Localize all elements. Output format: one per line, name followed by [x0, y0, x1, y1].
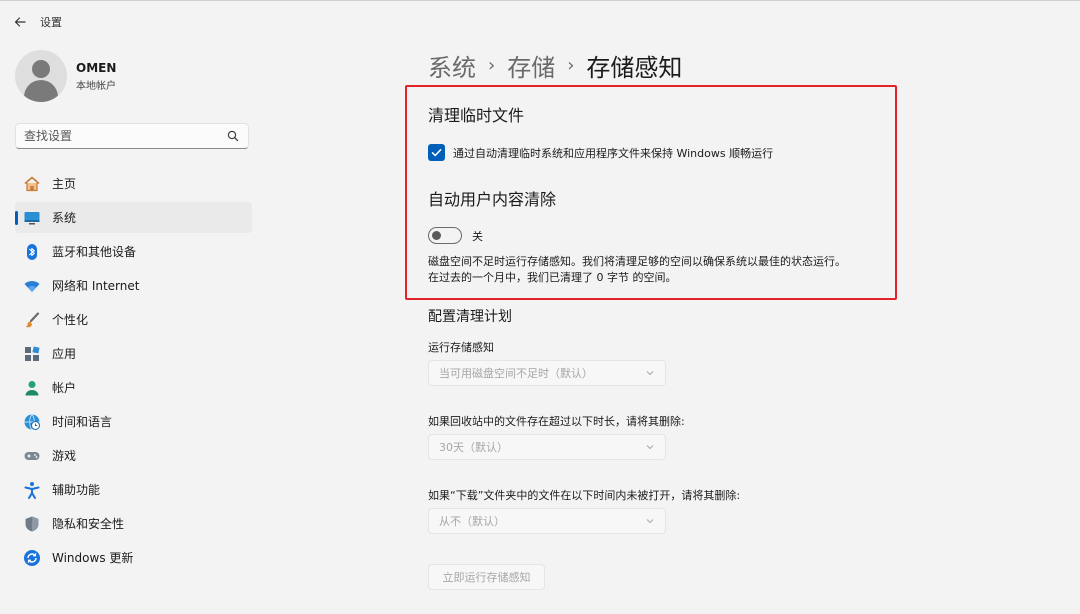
sidebar-item-system[interactable]: 系统	[15, 202, 252, 233]
page-title: 存储感知	[586, 54, 683, 82]
top-border	[0, 0, 1080, 1]
chevron-down-icon	[646, 445, 654, 450]
breadcrumb-separator: ›	[567, 55, 575, 76]
auto-cleanup-title: 自动用户内容清除	[428, 190, 557, 209]
account-icon	[23, 379, 41, 397]
sidebar-item-privacy[interactable]: 隐私和安全性	[15, 508, 252, 539]
breadcrumb-system[interactable]: 系统	[428, 48, 476, 83]
auto-cleanup-toggle-row: 关	[428, 227, 483, 244]
home-icon	[23, 175, 41, 193]
sidebar-item-gaming[interactable]: 游戏	[15, 440, 252, 471]
brush-icon	[23, 311, 41, 329]
wifi-icon	[23, 277, 41, 295]
sidebar-item-label: Windows 更新	[52, 551, 134, 565]
back-arrow-icon	[14, 17, 26, 27]
recycle-bin-label: 如果回收站中的文件存在超过以下时长，请将其删除:	[428, 415, 685, 428]
downloads-label: 如果“下载”文件夹中的文件在以下时间内未被打开，请将其删除:	[428, 489, 741, 502]
sidebar-item-personalization[interactable]: 个性化	[15, 304, 252, 335]
chevron-down-icon	[646, 519, 654, 524]
title-bar: 设置	[0, 8, 62, 36]
cleanup-temp-checkbox-row: 通过自动清理临时系统和应用程序文件来保持 Windows 顺畅运行	[428, 144, 773, 161]
update-icon	[23, 549, 41, 567]
cleanup-temp-checkbox[interactable]	[428, 144, 445, 161]
breadcrumb-storage[interactable]: 存储	[507, 48, 555, 83]
cleanup-temp-checkbox-label: 通过自动清理临时系统和应用程序文件来保持 Windows 顺畅运行	[453, 146, 774, 160]
sidebar-item-label: 隐私和安全性	[52, 517, 125, 531]
apps-icon	[23, 345, 41, 363]
sidebar-item-label: 辅助功能	[52, 483, 101, 497]
system-icon	[23, 209, 41, 227]
run-storage-sense-now-button[interactable]: 立即运行存储感知	[428, 564, 545, 590]
search-input[interactable]	[16, 124, 232, 148]
schedule-title: 配置清理计划	[428, 309, 512, 325]
app-title: 设置	[40, 16, 62, 29]
accessibility-icon	[23, 481, 41, 499]
sidebar-item-home[interactable]: 主页	[15, 168, 252, 199]
search-icon[interactable]	[226, 129, 240, 143]
auto-cleanup-toggle-label: 关	[472, 229, 483, 243]
sidebar-item-time-language[interactable]: 时间和语言	[15, 406, 252, 437]
breadcrumb-separator: ›	[488, 55, 496, 76]
back-button[interactable]	[0, 8, 40, 36]
sidebar-item-apps[interactable]: 应用	[15, 338, 252, 369]
avatar	[15, 50, 67, 102]
globe-clock-icon	[23, 413, 41, 431]
auto-cleanup-toggle[interactable]	[428, 227, 462, 244]
sidebar-item-network[interactable]: 网络和 Internet	[15, 270, 252, 301]
checkmark-icon	[431, 149, 442, 157]
recycle-bin-value: 30天（默认）	[439, 441, 508, 454]
sidebar-item-label: 应用	[52, 347, 77, 361]
run-storage-sense-value: 当可用磁盘空间不足时（默认）	[439, 367, 593, 380]
profile-account-type: 本地帐户	[76, 80, 116, 92]
sidebar-item-label: 游戏	[52, 449, 77, 463]
sidebar-item-label: 网络和 Internet	[52, 279, 140, 293]
downloads-value: 从不（默认）	[439, 515, 505, 528]
profile-name: OMEN	[76, 60, 117, 75]
sidebar-item-label: 主页	[52, 177, 77, 191]
sidebar-item-label: 时间和语言	[52, 415, 113, 429]
sidebar-item-accessibility[interactable]: 辅助功能	[15, 474, 252, 505]
recycle-bin-dropdown[interactable]: 30天（默认）	[428, 434, 666, 460]
sidebar-item-label: 帐户	[52, 381, 77, 395]
run-storage-sense-label: 运行存储感知	[428, 341, 494, 354]
cleanup-temp-title: 清理临时文件	[428, 106, 525, 125]
sidebar-item-accounts[interactable]: 帐户	[15, 372, 252, 403]
sidebar-item-label: 系统	[52, 211, 77, 225]
sidebar-item-label: 蓝牙和其他设备	[52, 245, 137, 259]
user-profile[interactable]: OMEN 本地帐户	[15, 50, 116, 102]
sidebar-item-bluetooth[interactable]: 蓝牙和其他设备	[15, 236, 252, 267]
downloads-dropdown[interactable]: 从不（默认）	[428, 508, 666, 534]
sidebar-item-windows-update[interactable]: Windows 更新	[15, 542, 252, 573]
breadcrumb: 系统 › 存储 › 存储感知	[428, 48, 682, 83]
shield-icon	[23, 515, 41, 533]
gamepad-icon	[23, 447, 41, 465]
run-storage-sense-dropdown[interactable]: 当可用磁盘空间不足时（默认）	[428, 360, 666, 386]
search-box	[15, 123, 249, 149]
chevron-down-icon	[646, 371, 654, 376]
auto-cleanup-description: 磁盘空间不足时运行存储感知。我们将清理足够的空间以确保系统以最佳的状态运行。 在…	[428, 255, 846, 284]
sidebar-nav: 主页 系统 蓝牙和其他设备 网络和 Internet 个性化 应用 帐户 时间和…	[15, 168, 252, 576]
bluetooth-icon	[23, 243, 41, 261]
sidebar-item-label: 个性化	[52, 313, 89, 327]
